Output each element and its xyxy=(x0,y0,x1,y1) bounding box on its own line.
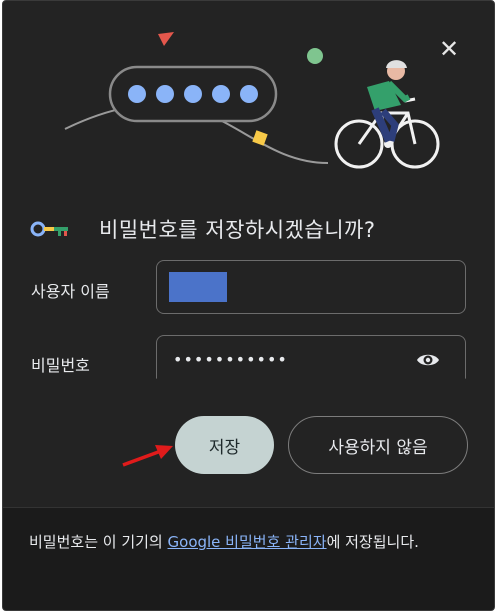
footer: 비밀번호는 이 기기의 Google 비밀번호 관리자에 저장됩니다. xyxy=(3,507,494,610)
footer-text-before: 비밀번호는 이 기기의 xyxy=(29,533,168,551)
username-label: 사용자 이름 xyxy=(31,282,110,301)
key-icon xyxy=(30,221,68,237)
password-field[interactable]: ••••••••••• xyxy=(156,335,466,379)
close-icon: ✕ xyxy=(438,35,460,63)
bike-illustration xyxy=(64,32,440,169)
close-button[interactable]: ✕ xyxy=(435,35,463,63)
dialog-title: 비밀번호를 저장하시겠습니까? xyxy=(99,218,376,242)
red-arrow-icon xyxy=(122,445,173,467)
never-button[interactable]: 사용하지 않음 xyxy=(288,416,468,474)
footer-text: 비밀번호는 이 기기의 Google 비밀번호 관리자에 저장됩니다. xyxy=(29,527,469,557)
footer-text-after: 에 저장됩니다. xyxy=(326,533,419,551)
save-button[interactable]: 저장 xyxy=(175,416,274,474)
save-password-dialog: ✕ 비밀번호를 저장하시겠습니까? 사용자 이름 user 비밀번호 •••••… xyxy=(2,0,495,611)
password-manager-link[interactable]: Google 비밀번호 관리자 xyxy=(168,533,327,551)
password-value: ••••••••••• xyxy=(173,350,288,369)
username-field[interactable]: user xyxy=(156,260,466,314)
eye-icon[interactable] xyxy=(415,350,441,370)
title-row: 비밀번호를 저장하시겠습니까? xyxy=(29,209,375,249)
password-label: 비밀번호 xyxy=(31,356,90,375)
username-value: user xyxy=(169,272,227,302)
